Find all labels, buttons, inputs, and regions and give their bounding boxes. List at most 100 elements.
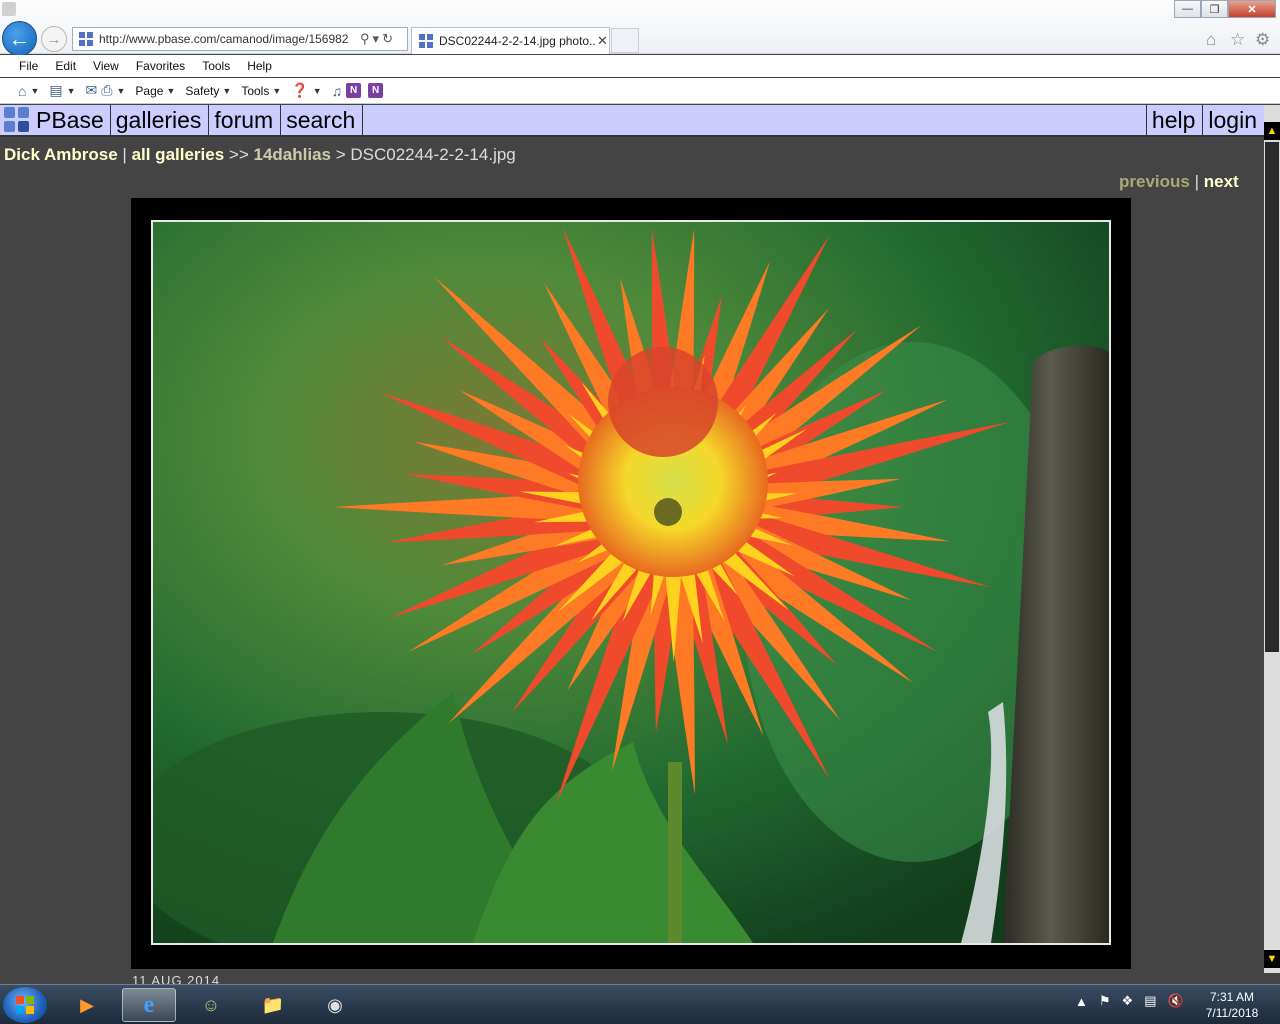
scroll-down-icon[interactable]: ▼ (1264, 950, 1280, 968)
nav-search[interactable]: search (281, 105, 364, 135)
favorites-star-icon[interactable]: ☆ (1230, 30, 1245, 50)
windows-logo-icon (16, 996, 34, 1014)
media-player-taskbar-button[interactable]: ▶ (60, 988, 114, 1022)
dropdown-arrow-icon[interactable]: ▾ (373, 31, 380, 47)
system-tray: ▲ ⚑ ❖ ▤ 🔇 (1075, 993, 1195, 1009)
pager-separator: | (1189, 172, 1204, 191)
clock-date: 7/11/2018 (1205, 1006, 1259, 1020)
image-pager: previous | next (1119, 172, 1239, 192)
chevron-down-icon[interactable]: ▼ (222, 86, 231, 96)
ie-taskbar-button[interactable]: e (122, 988, 176, 1022)
forward-arrow-icon: → (46, 30, 62, 48)
vertical-scrollbar[interactable]: ▲ ▼ (1264, 105, 1280, 973)
internet-explorer-icon: e (143, 991, 155, 1018)
help-icon[interactable]: ❓ (291, 82, 308, 99)
new-tab-button[interactable] (611, 28, 639, 53)
page-menu-button[interactable]: Page (135, 84, 163, 98)
tab-title: DSC02244-2-2-14.jpg photo... (439, 34, 595, 48)
forward-button[interactable]: → (41, 26, 67, 52)
pbase-favicon-icon (419, 34, 433, 48)
volume-muted-icon[interactable]: 🔇 (1167, 993, 1183, 1009)
breadcrumb-image-name: DSC02244-2-2-14.jpg (350, 145, 516, 164)
onenote-linked-icon[interactable]: N (368, 83, 384, 98)
onenote-icon[interactable]: N (346, 83, 362, 98)
nav-login[interactable]: login (1202, 105, 1264, 135)
chevron-down-icon[interactable]: ▼ (67, 86, 76, 96)
chevron-down-icon[interactable]: ▼ (313, 86, 322, 96)
browser-title-bar: ← → http://www.pbase.com/camanod/image/1… (0, 0, 1280, 56)
nav-help[interactable]: help (1145, 105, 1202, 135)
breadcrumb-all-galleries[interactable]: all galleries (132, 145, 225, 164)
minimize-button[interactable]: — (1174, 0, 1201, 18)
chevron-down-icon[interactable]: ▼ (116, 86, 125, 96)
rss-feed-icon[interactable]: ▤ (49, 82, 62, 99)
eye-icon: ◉ (327, 994, 343, 1015)
close-window-button[interactable]: ✕ (1228, 0, 1276, 18)
menu-help[interactable]: Help (247, 59, 272, 73)
show-hidden-icons-icon[interactable]: ▲ (1075, 994, 1088, 1009)
navbar-spacer (363, 105, 1146, 135)
chevron-down-icon[interactable]: ▼ (166, 86, 175, 96)
breadcrumb-separator: >> (224, 145, 254, 164)
photoshop-taskbar-button[interactable]: ◉ (308, 988, 362, 1022)
chevron-down-icon[interactable]: ▼ (30, 86, 39, 96)
breadcrumb: Dick Ambrose | all galleries >> 14dahlia… (4, 145, 516, 165)
back-button[interactable]: ← (2, 21, 37, 56)
scroll-thumb[interactable] (1265, 142, 1279, 652)
close-tab-icon[interactable]: ✕ (597, 33, 608, 49)
breadcrumb-separator: | (117, 145, 132, 164)
address-bar[interactable]: http://www.pbase.com/camanod/image/15698… (72, 27, 408, 51)
pbase-navbar: PBase galleries forum search help login (0, 105, 1264, 137)
mail-icon[interactable]: ✉ (86, 82, 98, 99)
photo-frame (131, 198, 1131, 969)
restore-button[interactable]: ❐ (1201, 0, 1228, 18)
clock-time: 7:31 AM (1209, 990, 1255, 1004)
safety-menu-button[interactable]: Safety (185, 84, 219, 98)
breadcrumb-gallery[interactable]: 14dahlias (254, 145, 332, 164)
pbase-favicon-icon (79, 32, 93, 46)
dahlia-illustration (153, 222, 1109, 943)
network-taskbar-button[interactable]: ☺ (184, 988, 238, 1022)
dahlia-photo[interactable] (151, 220, 1111, 945)
pbase-logo[interactable]: PBase (0, 105, 111, 135)
print-icon[interactable]: ⎙ (101, 82, 112, 99)
network-users-icon: ☺ (201, 994, 221, 1015)
back-arrow-icon: ← (8, 25, 31, 51)
menu-tools[interactable]: Tools (202, 59, 230, 73)
settings-gear-icon[interactable]: ⚙ (1255, 30, 1270, 50)
menu-file[interactable]: File (19, 59, 38, 73)
start-button[interactable] (3, 987, 47, 1023)
address-url[interactable]: http://www.pbase.com/camanod/image/15698… (99, 32, 357, 46)
folder-icon: 📁 (261, 994, 285, 1015)
nav-galleries[interactable]: galleries (111, 105, 210, 135)
next-link[interactable]: next (1204, 172, 1239, 191)
refresh-icon[interactable]: ↻ (382, 31, 393, 47)
breadcrumb-owner[interactable]: Dick Ambrose (4, 145, 118, 164)
windows-taskbar: ▶ e ☺ 📁 ◉ ▲ ⚑ ❖ ▤ 🔇 7:31 AM 7/11/2018 (0, 984, 1280, 1024)
network-icon[interactable]: ▤ (1144, 993, 1156, 1009)
research-icon[interactable]: ♫ (332, 83, 343, 99)
breadcrumb-separator: > (331, 145, 351, 164)
home-icon[interactable]: ⌂ (18, 83, 26, 99)
tab-active[interactable]: DSC02244-2-2-14.jpg photo... ✕ (411, 27, 610, 54)
nav-forum[interactable]: forum (209, 105, 282, 135)
pbase-logo-icon (4, 107, 30, 133)
menu-edit[interactable]: Edit (55, 59, 76, 73)
search-icon[interactable]: ⚲ (360, 31, 370, 47)
action-center-flag-icon[interactable]: ⚑ (1099, 993, 1111, 1009)
app-icon (2, 2, 16, 16)
dropbox-icon[interactable]: ❖ (1122, 993, 1134, 1009)
chevron-down-icon[interactable]: ▼ (272, 86, 281, 96)
home-icon[interactable]: ⌂ (1206, 30, 1216, 50)
menu-bar: File Edit View Favorites Tools Help (0, 55, 1280, 77)
pbase-logo-text[interactable]: PBase (36, 107, 104, 134)
media-player-icon: ▶ (80, 994, 94, 1015)
tools-menu-button[interactable]: Tools (241, 84, 269, 98)
system-clock[interactable]: 7:31 AM 7/11/2018 (1197, 989, 1267, 1021)
menu-view[interactable]: View (93, 59, 119, 73)
previous-link[interactable]: previous (1119, 172, 1190, 191)
explorer-taskbar-button[interactable]: 📁 (246, 988, 300, 1022)
scroll-up-icon[interactable]: ▲ (1264, 122, 1280, 140)
menu-favorites[interactable]: Favorites (136, 59, 185, 73)
command-bar: ⌂ ▼ ▤ ▼ ✉ ⎙ ▼ Page ▼ Safety ▼ Tools ▼ ❓ … (0, 78, 1280, 104)
